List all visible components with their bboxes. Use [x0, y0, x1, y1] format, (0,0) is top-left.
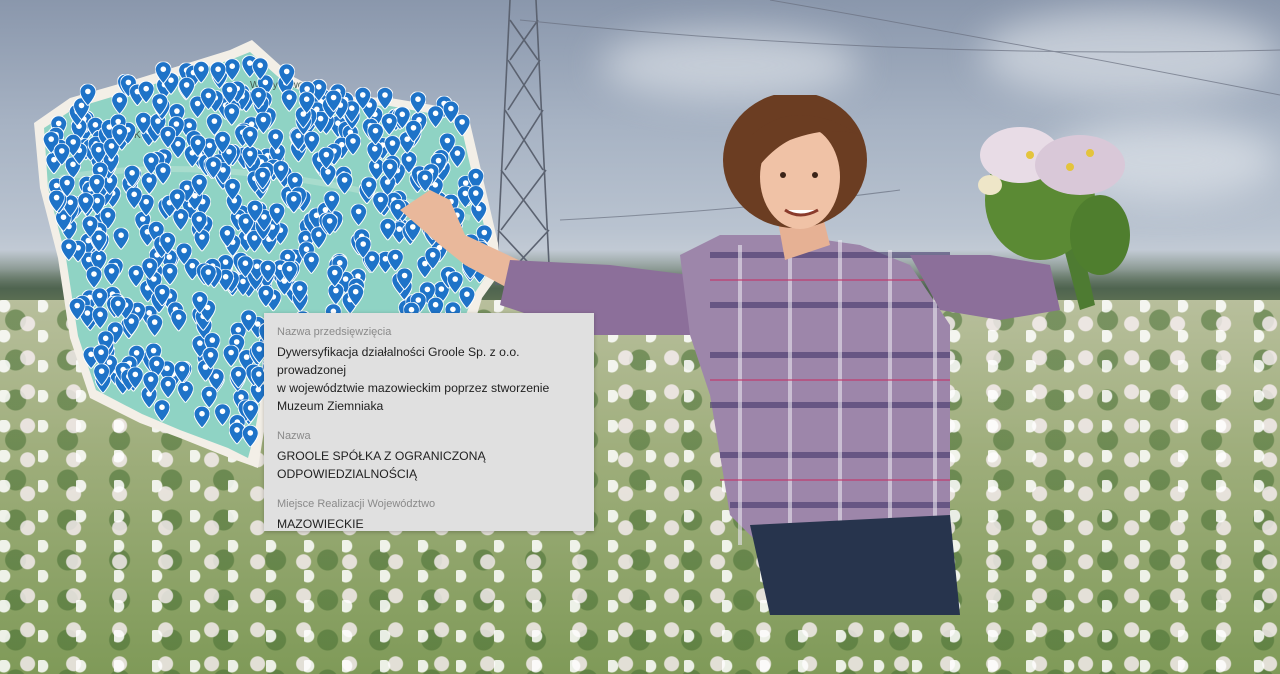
company-name-label: Nazwa	[277, 430, 311, 442]
region-label: Miejsce Realizacji Województwo	[277, 498, 436, 510]
jeans	[750, 515, 960, 615]
photo-scene: Władysławo Kosz	[0, 0, 1280, 674]
company-name-line: ODPOWIEDZIALNOŚCIĄ	[277, 467, 418, 481]
name-block: Nazwa GROOLE SPÓŁKA Z OGRANICZONĄ ODPOWI…	[277, 429, 594, 483]
project-name-line: w województwie mazowieckim poprzez stwor…	[277, 381, 550, 395]
project-name-line: Muzeum Ziemniaka	[277, 399, 384, 413]
plaid-shirt	[680, 235, 950, 545]
project-name-label: Nazwa przedsięwzięcia	[277, 326, 392, 338]
region-value: MAZOWIECKIE	[277, 517, 364, 531]
project-name-line: Dywersyfikacja działalności Groole Sp. z…	[277, 345, 520, 377]
company-name-value: GROOLE SPÓŁKA Z OGRANICZONĄ ODPOWIEDZIAL…	[277, 447, 594, 483]
region-block: Miejsce Realizacji Województwo MAZOWIECK…	[277, 497, 594, 533]
project-info-card: Nazwa przedsięwzięcia Dywersyfikacja dzi…	[264, 313, 594, 531]
project-name-value: Dywersyfikacja działalności Groole Sp. z…	[277, 343, 594, 415]
company-name-line: GROOLE SPÓŁKA Z OGRANICZONĄ	[277, 449, 486, 463]
project-block: Nazwa przedsięwzięcia Dywersyfikacja dzi…	[277, 325, 594, 415]
